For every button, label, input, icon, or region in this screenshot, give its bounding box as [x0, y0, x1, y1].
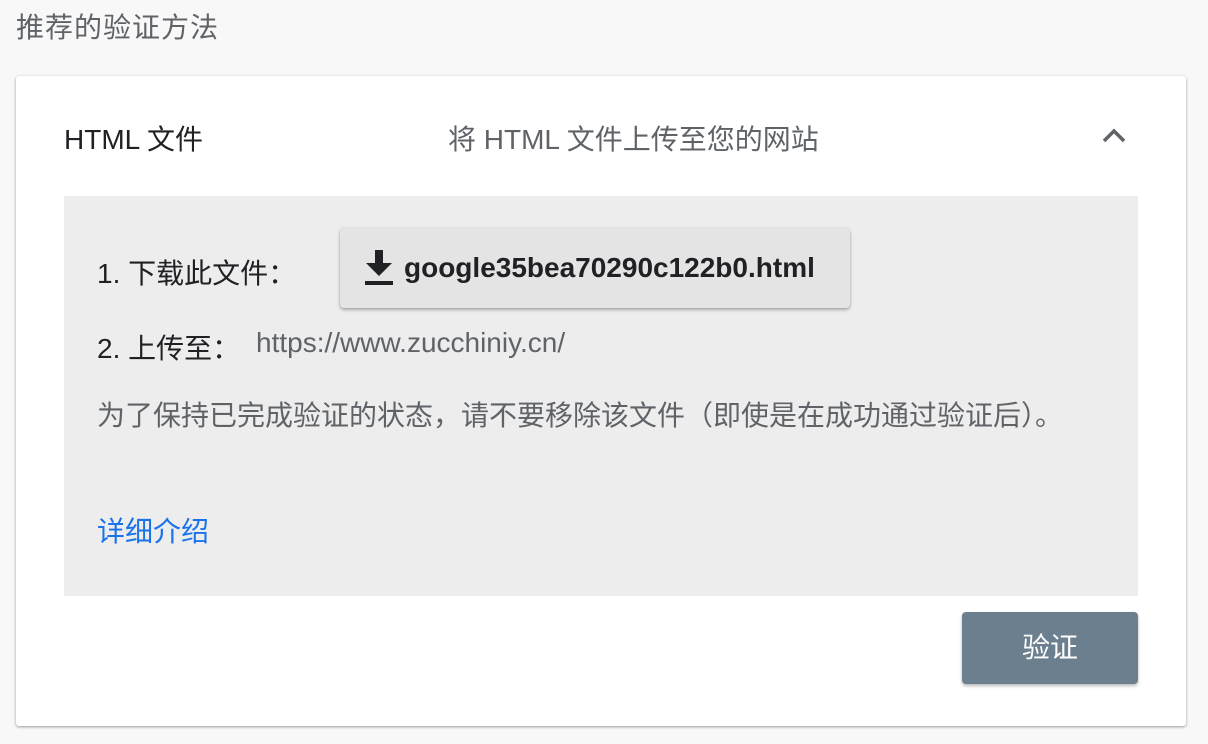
download-icon [364, 250, 394, 286]
verification-method-card: HTML 文件 将 HTML 文件上传至您的网站 1. 下载此文件： googl… [16, 76, 1186, 726]
chevron-up-icon[interactable] [1094, 116, 1134, 156]
step2-label: 2. 上传至： [97, 333, 241, 364]
method-name: HTML 文件 [64, 124, 203, 155]
learn-more-link[interactable]: 详细介绍 [97, 510, 209, 550]
verify-button[interactable]: 验证 [962, 612, 1138, 684]
step1-label: 1. 下载此文件： [97, 258, 297, 289]
download-filename: google35bea70290c122b0.html [404, 252, 815, 283]
upload-url: https://www.zucchiniy.cn/ [256, 327, 566, 358]
method-description: 将 HTML 文件上传至您的网站 [448, 124, 819, 155]
keep-file-note: 为了保持已完成验证的状态，请不要移除该文件（即使是在成功通过验证后）。 [97, 400, 1064, 431]
section-title: 推荐的验证方法 [16, 12, 220, 43]
instructions-panel: 1. 下载此文件： google35bea70290c122b0.html 2.… [64, 196, 1138, 596]
download-file-button[interactable]: google35bea70290c122b0.html [340, 228, 850, 308]
method-header[interactable]: HTML 文件 将 HTML 文件上传至您的网站 [16, 76, 1186, 196]
